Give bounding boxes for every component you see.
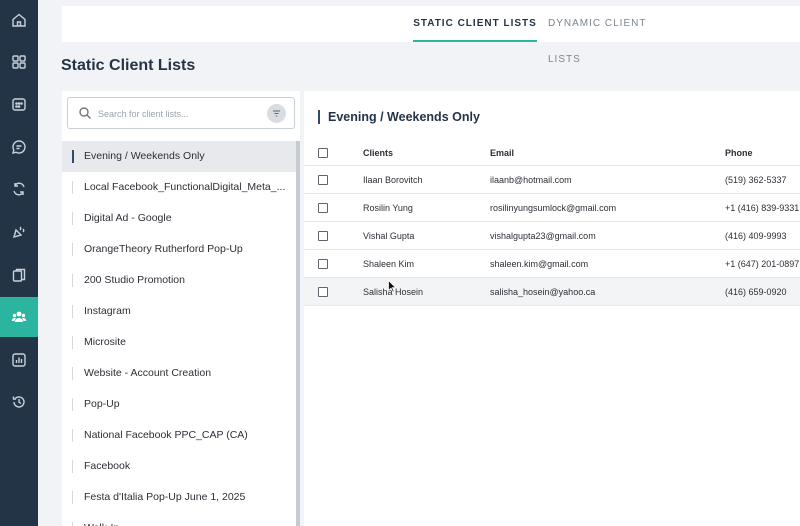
list-item[interactable]: Instagram bbox=[62, 296, 296, 327]
column-header-phone[interactable]: Phone bbox=[725, 141, 800, 166]
column-header-clients[interactable]: Clients bbox=[363, 141, 490, 166]
table-header-row: Clients Email Phone bbox=[304, 141, 800, 166]
client-phone-cell: (416) 659-0920 bbox=[725, 277, 800, 306]
page-title: Static Client Lists bbox=[61, 57, 196, 74]
row-checkbox[interactable] bbox=[318, 230, 328, 241]
row-select-cell bbox=[304, 193, 363, 222]
client-name-cell: Salisha Hosein bbox=[363, 277, 490, 306]
clients-group-icon bbox=[11, 311, 27, 322]
list-item[interactable]: Digital Ad - Google bbox=[62, 203, 296, 234]
documents-icon bbox=[12, 268, 26, 282]
list-item[interactable]: Local Facebook_FunctionalDigital_Meta_..… bbox=[62, 172, 296, 203]
row-checkbox[interactable] bbox=[318, 202, 328, 213]
list-detail-panel: Evening / Weekends Only Clients Email Ph… bbox=[304, 91, 800, 526]
filter-icon bbox=[273, 110, 280, 117]
row-select-cell bbox=[304, 165, 363, 194]
client-name-cell: Ilaan Borovitch bbox=[363, 165, 490, 194]
list-item[interactable]: Walk-In bbox=[62, 513, 296, 526]
list-item[interactable]: 200 Studio Promotion bbox=[62, 265, 296, 296]
client-email-cell: shaleen.kim@gmail.com bbox=[490, 249, 725, 278]
client-name-cell: Rosilin Yung bbox=[363, 193, 490, 222]
table-row[interactable]: Salisha Hosein salisha_hosein@yahoo.ca (41… bbox=[304, 277, 800, 306]
row-checkbox[interactable] bbox=[318, 174, 328, 185]
table-row[interactable]: Rosilin Yung rosilinyungsumlock@gmail.com… bbox=[304, 193, 800, 222]
nav-documents[interactable] bbox=[0, 255, 38, 295]
list-item[interactable]: OrangeTheory Rutherford Pop-Up bbox=[62, 234, 296, 265]
column-header-email[interactable]: Email bbox=[490, 141, 725, 166]
campaign-icon bbox=[12, 226, 25, 239]
client-list: Evening / Weekends Only Local Facebook_Fu… bbox=[62, 141, 296, 526]
list-scrollbar[interactable] bbox=[296, 141, 300, 526]
row-checkbox[interactable] bbox=[318, 286, 328, 297]
list-item[interactable]: Microsite bbox=[62, 327, 296, 358]
sync-icon bbox=[13, 182, 25, 196]
client-email-cell: vishalgupta23@gmail.com bbox=[490, 221, 725, 250]
reports-chart-icon bbox=[12, 353, 26, 367]
client-phone-cell: (519) 362-5337 bbox=[725, 165, 800, 194]
clients-table: Clients Email Phone Ilaan Borovitch ilaan… bbox=[304, 141, 800, 306]
client-phone-cell: +1 (647) 201-0897 bbox=[725, 249, 800, 278]
client-lists-panel: Evening / Weekends OnlyLocal Facebook_Fu… bbox=[62, 91, 300, 526]
select-all-checkbox[interactable] bbox=[318, 148, 328, 159]
search-box bbox=[67, 97, 295, 129]
table-row[interactable]: Shaleen Kim shaleen.kim@gmail.com +1 (647)… bbox=[304, 249, 800, 278]
table-row[interactable]: Vishal Gupta vishalgupta23@gmail.com (416)… bbox=[304, 221, 800, 250]
row-select-cell bbox=[304, 277, 363, 306]
search-input[interactable] bbox=[96, 104, 260, 124]
list-item[interactable]: Pop-Up bbox=[62, 389, 296, 420]
dashboard-grid-icon bbox=[12, 55, 26, 69]
nav-messages[interactable] bbox=[0, 127, 38, 167]
row-checkbox[interactable] bbox=[318, 258, 328, 269]
nav-dashboard[interactable] bbox=[0, 42, 38, 82]
list-item[interactable]: Facebook bbox=[62, 451, 296, 482]
nav-history[interactable] bbox=[0, 382, 38, 422]
row-select-cell bbox=[304, 249, 363, 278]
detail-title: Evening / Weekends Only bbox=[318, 108, 480, 126]
home-icon bbox=[12, 13, 26, 27]
search-icon bbox=[79, 107, 91, 119]
client-phone-cell: (416) 409-9993 bbox=[725, 221, 800, 250]
nav-clients[interactable] bbox=[0, 297, 38, 337]
client-name-cell: Shaleen Kim bbox=[363, 249, 490, 278]
select-all-cell bbox=[304, 141, 363, 166]
list-scrollbar-thumb[interactable] bbox=[296, 141, 300, 526]
nav-calendar[interactable] bbox=[0, 84, 38, 124]
client-name-cell: Vishal Gupta bbox=[363, 221, 490, 250]
table-row[interactable]: Ilaan Borovitch ilaanb@hotmail.com (519) 3… bbox=[304, 165, 800, 194]
nav-sync[interactable] bbox=[0, 169, 38, 209]
list-item[interactable]: Website - Account Creation bbox=[62, 358, 296, 389]
history-icon bbox=[12, 396, 25, 408]
mouse-cursor-icon bbox=[388, 280, 397, 293]
list-item[interactable]: Evening / Weekends Only bbox=[62, 141, 296, 172]
row-select-cell bbox=[304, 221, 363, 250]
filter-button[interactable] bbox=[267, 104, 286, 123]
list-item[interactable]: Festa d'Italia Pop-Up June 1, 2025 bbox=[62, 482, 296, 513]
nav-reports[interactable] bbox=[0, 340, 38, 380]
list-type-tabs: STATIC CLIENT LISTS DYNAMIC CLIENT LISTS bbox=[62, 6, 800, 65]
list-item[interactable]: National Facebook PPC_CAP (CA) bbox=[62, 420, 296, 451]
chat-icon bbox=[12, 140, 26, 154]
client-email-cell: ilaanb@hotmail.com bbox=[490, 165, 725, 194]
nav-home[interactable] bbox=[0, 0, 38, 40]
nav-campaigns[interactable] bbox=[0, 212, 38, 252]
client-email-cell: salisha_hosein@yahoo.ca bbox=[490, 277, 725, 306]
tab-static-client-lists[interactable]: STATIC CLIENT LISTS bbox=[413, 6, 537, 42]
client-phone-cell: +1 (416) 839-9331 bbox=[725, 193, 800, 222]
tab-dynamic-client-lists[interactable]: DYNAMIC CLIENT LISTS bbox=[548, 6, 660, 65]
calendar-icon bbox=[12, 98, 26, 111]
nav-rail bbox=[0, 0, 38, 526]
client-email-cell: rosilinyungsumlock@gmail.com bbox=[490, 193, 725, 222]
